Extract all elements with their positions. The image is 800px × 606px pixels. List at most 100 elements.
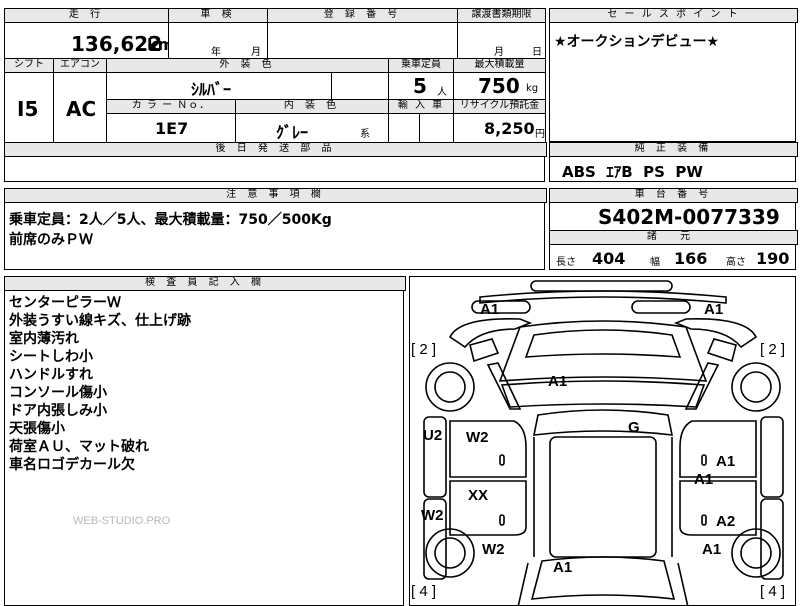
- cautions-header: 注 意 事 項 欄: [4, 188, 547, 203]
- mark-front-left: A1: [480, 301, 500, 318]
- bracket-left-front: [ 2 ]: [411, 341, 437, 358]
- inspector-note: コンソール傷小: [9, 385, 107, 401]
- mark-right-door-3: A2: [716, 513, 736, 530]
- watermark: WEB-STUDIO.PRO: [73, 515, 171, 527]
- length-label: 長さ: [556, 257, 576, 268]
- cautions-line-2: 前席のみＰＷ: [9, 232, 93, 248]
- recycle-unit: 円: [535, 129, 545, 140]
- equipment-block: 純 正 装 備 ABS ｴｱB PS PW: [549, 142, 798, 182]
- width-value: 166: [674, 249, 708, 268]
- inspector-notes: センターピラーＷ 外装うすい線キズ、仕上げ跡 室内薄汚れ シートしわ小 ハンドル…: [9, 294, 191, 474]
- bracket-right-front: [ 2 ]: [760, 341, 786, 358]
- mark-left-lower: W2: [421, 507, 444, 524]
- inspector-block: 検 査 員 記 入 欄 センターピラーＷ 外装うすい線キズ、仕上げ跡 室内薄汚れ…: [4, 276, 406, 606]
- shift-cell: I5: [4, 72, 54, 143]
- cautions-line-1: 乗車定員：2人／5人、最大積載量：750／500Kg: [9, 212, 332, 228]
- exterior-color-cell: ｼﾙﾊﾞｰ: [106, 72, 389, 100]
- max-load-header: 最大積載量: [453, 58, 546, 73]
- mark-roof: G: [628, 419, 640, 436]
- sales-point-block: セ ー ル ス ポ イ ン ト ★オークションデビュー★: [549, 8, 798, 142]
- mileage-unit: km: [147, 35, 168, 54]
- exterior-divider: [331, 73, 332, 99]
- mark-left-pillar: U2: [423, 427, 443, 444]
- capacity-unit: 人: [437, 87, 447, 98]
- import-cell: [388, 113, 454, 143]
- mark-rear-door-left: XX: [468, 487, 489, 504]
- chassis-header: 車 台 番 号: [549, 188, 798, 203]
- color-no-header: カ ラ ー Ｎｏ．: [106, 99, 236, 114]
- interior-color-suffix: 系: [360, 129, 370, 140]
- capacity-value: 5: [413, 74, 427, 98]
- equipment-header: 純 正 装 備: [549, 142, 798, 157]
- mileage-cell: 136,622 km: [4, 22, 169, 59]
- bracket-right-rear: [ 4 ]: [760, 583, 786, 600]
- top-info-block: 走 行 車 検 登 録 番 号 譲渡書類期限 136,622 km 年 月 月 …: [4, 8, 546, 59]
- ac-cell: AC: [53, 72, 107, 143]
- mark-rear-left: W2: [482, 541, 505, 558]
- height-value: 190: [756, 249, 790, 268]
- bracket-left-rear: [ 4 ]: [411, 583, 437, 600]
- transfer-month-label: 月: [494, 47, 504, 58]
- delivery-parts-header: 後 日 発 送 部 品: [4, 142, 547, 157]
- ac-header: エアコン: [53, 58, 107, 73]
- spec-block: シフト エアコン 外 装 色 乗車定員 最大積載量 I5 AC ｼﾙﾊﾞｰ 5 …: [4, 58, 546, 143]
- inspector-note: 室内薄汚れ: [9, 331, 79, 347]
- transfer-deadline-header: 譲渡書類期限: [457, 8, 546, 23]
- dims-header: 諸 元: [549, 230, 798, 245]
- chassis-number: S402M-0077339: [598, 205, 780, 229]
- interior-color-cell: ｸﾞﾚｰ 系: [235, 113, 389, 143]
- shift-value: I5: [17, 97, 39, 121]
- chassis-block: 車 台 番 号 S402M-0077339 諸 元 長さ 404 幅 166 高…: [549, 188, 798, 270]
- inspector-header: 検 査 員 記 入 欄: [4, 276, 406, 291]
- inspection-month-label: 月: [251, 47, 261, 58]
- mark-right-door-1: A1: [716, 453, 736, 470]
- cautions-block: 注 意 事 項 欄 乗車定員：2人／5人、最大積載量：750／500Kg 前席の…: [4, 188, 547, 270]
- interior-color-header: 内 装 色: [235, 99, 389, 114]
- equipment-text: ABS ｴｱB PS PW: [562, 163, 703, 181]
- inspector-note: 車名ロゴデカール欠: [9, 457, 135, 473]
- delivery-parts-block: 後 日 発 送 部 品: [4, 142, 547, 182]
- inspection-year-label: 年: [211, 47, 221, 58]
- interior-color-value: ｸﾞﾚｰ: [276, 123, 309, 142]
- inspector-note: 天張傷小: [9, 421, 65, 437]
- capacity-header: 乗車定員: [388, 58, 454, 73]
- inspector-note: 外装うすい線キズ、仕上げ跡: [9, 313, 191, 329]
- inspector-note: ドア内張しみ小: [9, 403, 107, 419]
- mileage-header: 走 行: [4, 8, 169, 23]
- inspector-note: シートしわ小: [9, 349, 93, 365]
- inspection-header: 車 検: [168, 8, 268, 23]
- inspector-note: 荷室ＡＵ、マット破れ: [9, 439, 149, 455]
- car-diagram-block: A1 A1 A1 G U2 W2 XX W2 W2 A1 A1 A2 A1 A1…: [409, 276, 796, 606]
- inspection-cell: 年 月: [168, 22, 268, 59]
- transfer-day-label: 日: [532, 47, 542, 58]
- sales-point-header: セ ー ル ス ポ イ ン ト: [549, 8, 798, 23]
- registration-header: 登 録 番 号: [267, 8, 458, 23]
- recycle-cell: 8,250 円: [453, 113, 546, 143]
- ac-value: AC: [66, 97, 97, 121]
- mark-front-right: A1: [704, 301, 724, 318]
- transfer-deadline-cell: 月 日: [457, 22, 546, 59]
- recycle-header: リサイクル預託金: [453, 99, 546, 114]
- sales-point-text: ★オークションデビュー★: [554, 34, 720, 50]
- height-label: 高さ: [726, 257, 746, 268]
- inspector-note: ハンドルすれ: [9, 367, 93, 383]
- capacity-cell: 5 人: [388, 72, 454, 100]
- mark-rear: A1: [553, 559, 573, 576]
- mark-right-door-2: A1: [694, 471, 714, 488]
- exterior-color-header: 外 装 色: [106, 58, 389, 73]
- inspector-note: センターピラーＷ: [9, 295, 121, 311]
- mark-right-rear: A1: [702, 541, 722, 558]
- color-no-cell: 1E7: [106, 113, 236, 143]
- width-label: 幅: [650, 257, 660, 268]
- registration-cell: [267, 22, 458, 59]
- mark-hood: A1: [548, 373, 568, 390]
- mark-front-door-left: W2: [466, 429, 489, 446]
- color-no-value: 1E7: [155, 119, 189, 138]
- max-load-value: 750: [478, 74, 520, 98]
- import-divider: [419, 114, 420, 142]
- max-load-unit: kg: [526, 83, 539, 94]
- max-load-cell: 750 kg: [453, 72, 546, 100]
- shift-header: シフト: [4, 58, 54, 73]
- import-header: 輸 入 車: [388, 99, 454, 114]
- recycle-value: 8,250: [484, 119, 535, 138]
